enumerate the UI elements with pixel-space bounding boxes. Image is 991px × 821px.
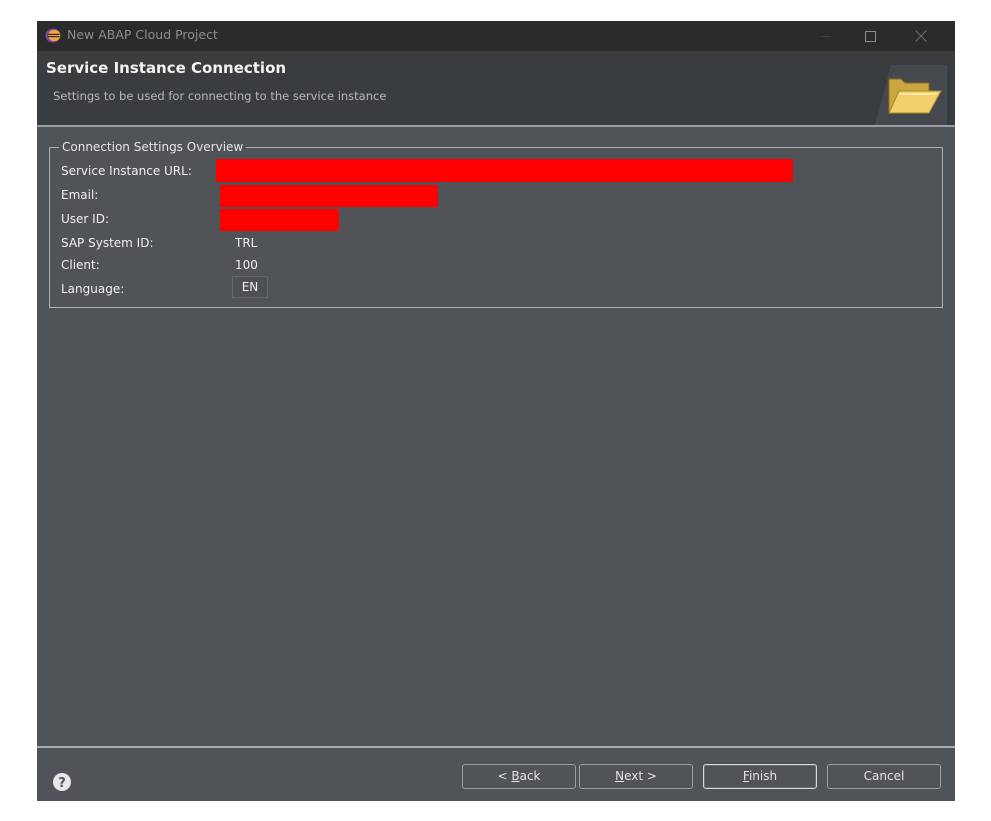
finish-button-label: Finish bbox=[742, 769, 778, 783]
email-label: Email: bbox=[61, 188, 99, 202]
sap-system-id-value: TRL bbox=[235, 236, 258, 250]
user-id-label: User ID: bbox=[61, 212, 109, 226]
cancel-button[interactable]: Cancel bbox=[827, 764, 941, 789]
page-title: Service Instance Connection bbox=[46, 59, 287, 77]
page-description: Settings to be used for connecting to th… bbox=[53, 89, 387, 103]
wizard-dialog: New ABAP Cloud Project Service Instance … bbox=[37, 21, 955, 801]
group-title: Connection Settings Overview bbox=[59, 139, 247, 155]
client-label: Client: bbox=[61, 258, 100, 272]
sap-system-id-label: SAP System ID: bbox=[61, 236, 154, 250]
user-id-value bbox=[220, 209, 339, 231]
connection-settings-group: Connection Settings Overview Service Ins… bbox=[49, 139, 943, 308]
service-instance-url-value bbox=[216, 159, 793, 182]
maximize-icon bbox=[864, 30, 876, 42]
wizard-header: Service Instance Connection Settings to … bbox=[37, 51, 955, 125]
language-label: Language: bbox=[61, 282, 125, 296]
svg-text:?: ? bbox=[58, 776, 66, 791]
client-value: 100 bbox=[235, 258, 258, 272]
minimize-icon bbox=[821, 36, 831, 37]
help-icon[interactable]: ? bbox=[52, 772, 72, 792]
next-button[interactable]: Next > bbox=[579, 764, 693, 789]
close-button[interactable] bbox=[899, 21, 943, 51]
language-value: EN bbox=[232, 276, 268, 298]
cancel-button-label: Cancel bbox=[863, 769, 905, 783]
open-folder-icon bbox=[875, 65, 947, 125]
maximize-button[interactable] bbox=[848, 21, 892, 51]
email-value bbox=[220, 185, 438, 207]
next-button-label: Next > bbox=[615, 769, 657, 783]
window-title: New ABAP Cloud Project bbox=[67, 27, 218, 42]
header-separator bbox=[37, 125, 955, 127]
title-bar[interactable]: New ABAP Cloud Project bbox=[37, 21, 955, 51]
eclipse-icon bbox=[45, 28, 61, 43]
back-button[interactable]: < Back bbox=[462, 764, 576, 789]
footer-separator bbox=[37, 746, 955, 748]
minimize-button[interactable] bbox=[804, 21, 848, 51]
close-icon bbox=[915, 30, 927, 42]
service-instance-url-label: Service Instance URL: bbox=[61, 164, 192, 178]
finish-button[interactable]: Finish bbox=[703, 764, 817, 789]
back-button-label: < Back bbox=[497, 769, 541, 783]
